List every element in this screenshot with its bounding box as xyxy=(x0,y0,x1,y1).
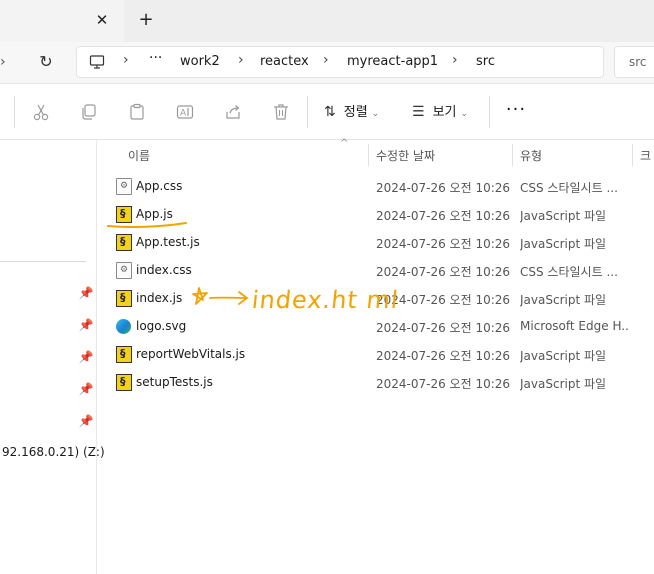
file-name: setupTests.js xyxy=(136,375,213,389)
css-file-icon xyxy=(116,178,132,195)
cut-icon[interactable] xyxy=(31,102,51,122)
sort-ascending-icon: ^ xyxy=(340,138,349,149)
command-bar: A ⇅ 정렬 ⌄ ☰ 보기 ⌄ ··· xyxy=(0,84,654,140)
file-date: 2024-07-26 오전 10:26 xyxy=(376,349,511,363)
address-bar[interactable]: › ··· work2 › reactex › myreact-app1 › s… xyxy=(76,46,604,78)
chevron-down-icon: ⌄ xyxy=(460,109,469,119)
edge-icon xyxy=(116,319,131,334)
navigation-bar: › ↻ › ··· work2 › reactex › myreact-app1… xyxy=(0,42,654,84)
view-label: 보기 xyxy=(432,105,457,120)
js-file-icon xyxy=(116,346,132,363)
file-type: CSS 스타일시트 ... xyxy=(520,265,618,279)
file-date: 2024-07-26 오전 10:26 xyxy=(376,321,511,335)
file-type: Microsoft Edge H... xyxy=(520,319,628,333)
breadcrumb-chevron-icon[interactable]: › xyxy=(452,52,458,68)
search-placeholder: src xyxy=(629,55,647,69)
file-row[interactable]: App.js 2024-07-26 오전 10:26 JavaScript 파일 xyxy=(98,200,654,228)
file-name: logo.svg xyxy=(136,319,187,333)
file-name: index.js xyxy=(136,291,183,305)
sort-button[interactable]: ⇅ 정렬 ⌄ xyxy=(324,100,379,124)
file-date: 2024-07-26 오전 10:26 xyxy=(376,265,511,279)
new-tab-icon[interactable]: + xyxy=(135,9,157,31)
browser-tab[interactable]: ✕ xyxy=(0,0,124,42)
file-name: App.css xyxy=(136,179,183,193)
file-date: 2024-07-26 오전 10:26 xyxy=(376,237,511,251)
column-divider[interactable] xyxy=(368,144,369,166)
refresh-icon[interactable]: ↻ xyxy=(36,51,56,73)
breadcrumb-overflow[interactable]: ··· xyxy=(149,50,162,66)
breadcrumb-item-myreact-app1[interactable]: myreact-app1 xyxy=(347,54,438,69)
sort-icon: ⇅ xyxy=(324,104,336,120)
toolbar-divider xyxy=(307,96,308,128)
file-type: JavaScript 파일 xyxy=(520,237,607,251)
copy-icon[interactable] xyxy=(79,102,99,122)
column-header-date[interactable]: 수정한 날짜 xyxy=(376,147,435,164)
view-list-icon: ☰ xyxy=(412,104,425,120)
column-header-type[interactable]: 유형 xyxy=(520,147,542,164)
breadcrumb-chevron-icon[interactable]: › xyxy=(238,52,244,68)
file-type: JavaScript 파일 xyxy=(520,349,607,363)
file-name: App.js xyxy=(136,207,173,221)
sort-label: 정렬 xyxy=(343,105,368,120)
file-list-header: ^ 이름 수정한 날짜 유형 크 xyxy=(98,138,654,168)
file-name: index.css xyxy=(136,263,192,277)
css-file-icon xyxy=(116,262,132,279)
close-tab-icon[interactable]: ✕ xyxy=(92,10,112,30)
file-row[interactable]: setupTests.js 2024-07-26 오전 10:26 JavaSc… xyxy=(98,368,654,396)
file-type: JavaScript 파일 xyxy=(520,377,607,391)
file-type: JavaScript 파일 xyxy=(520,293,607,307)
pin-icon[interactable]: 📌 xyxy=(78,317,94,333)
file-date: 2024-07-26 오전 10:26 xyxy=(376,377,511,391)
file-type: CSS 스타일시트 ... xyxy=(520,181,618,195)
breadcrumb-item-src[interactable]: src xyxy=(476,54,495,69)
breadcrumb-chevron-icon[interactable]: › xyxy=(323,52,329,68)
chevron-down-icon: ⌄ xyxy=(371,109,380,119)
search-input[interactable]: src xyxy=(614,46,654,78)
pin-icon[interactable]: 📌 xyxy=(78,285,94,301)
forward-icon[interactable]: › xyxy=(0,54,10,72)
computer-icon[interactable] xyxy=(89,54,105,70)
pin-icon[interactable]: 📌 xyxy=(78,349,94,365)
file-row[interactable]: App.css 2024-07-26 오전 10:26 CSS 스타일시트 ..… xyxy=(98,172,654,200)
annotation-text: index.ht ml xyxy=(250,286,401,314)
share-icon[interactable] xyxy=(223,102,243,122)
js-file-icon xyxy=(116,234,132,251)
toolbar-divider xyxy=(14,96,15,128)
breadcrumb-chevron-icon[interactable]: › xyxy=(123,52,129,68)
breadcrumb-item-reactex[interactable]: reactex xyxy=(260,54,309,69)
file-date: 2024-07-26 오전 10:26 xyxy=(376,181,511,195)
column-divider[interactable] xyxy=(632,144,633,166)
network-drive-item[interactable]: 92.168.0.21) (Z:) xyxy=(2,445,105,459)
rename-icon[interactable]: A xyxy=(175,102,195,122)
file-row[interactable]: App.test.js 2024-07-26 오전 10:26 JavaScri… xyxy=(98,228,654,256)
column-header-name[interactable]: 이름 xyxy=(128,147,150,164)
file-row[interactable]: index.css 2024-07-26 오전 10:26 CSS 스타일시트 … xyxy=(98,256,654,284)
navigation-pane: 📌 📌 📌 📌 📌 92.168.0.21) (Z:) xyxy=(0,140,105,574)
file-type: JavaScript 파일 xyxy=(520,209,607,223)
sidebar-divider xyxy=(0,261,86,262)
file-row[interactable]: reportWebVitals.js 2024-07-26 오전 10:26 J… xyxy=(98,340,654,368)
column-header-size[interactable]: 크 xyxy=(640,147,651,164)
file-name: reportWebVitals.js xyxy=(136,347,246,361)
pin-icon[interactable]: 📌 xyxy=(78,413,94,429)
file-name: App.test.js xyxy=(136,235,200,249)
delete-icon[interactable] xyxy=(271,102,291,122)
breadcrumb-item-work2[interactable]: work2 xyxy=(180,54,220,69)
toolbar-divider xyxy=(489,96,490,128)
file-date: 2024-07-26 오전 10:26 xyxy=(376,209,511,223)
svg-text:A: A xyxy=(180,109,187,119)
file-row[interactable]: logo.svg 2024-07-26 오전 10:26 Microsoft E… xyxy=(98,312,654,340)
pin-icon[interactable]: 📌 xyxy=(78,381,94,397)
js-file-icon xyxy=(116,290,132,307)
column-divider[interactable] xyxy=(512,144,513,166)
js-file-icon xyxy=(116,206,132,223)
more-options-icon[interactable]: ··· xyxy=(504,100,528,124)
view-button[interactable]: ☰ 보기 ⌄ xyxy=(412,100,468,124)
paste-icon[interactable] xyxy=(127,102,147,122)
title-bar: ✕ + xyxy=(0,0,654,42)
js-file-icon xyxy=(116,374,132,391)
